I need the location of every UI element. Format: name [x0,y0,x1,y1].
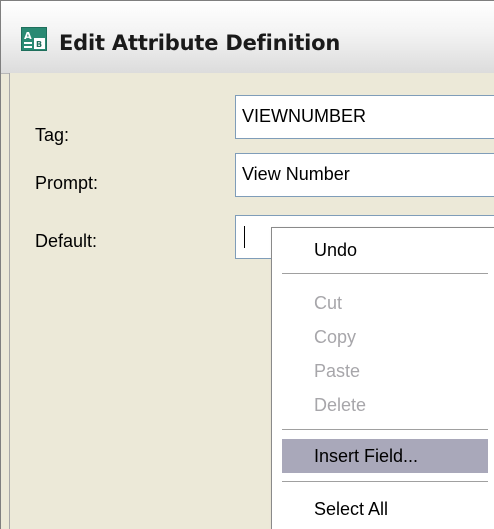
title-bar[interactable]: A B Edit Attribute Definition [1,1,494,74]
menu-item-select-all[interactable]: Select All [282,492,488,526]
default-label: Default: [35,231,98,251]
menu-item-paste[interactable]: Paste [282,354,488,388]
menu-item-delete[interactable]: Delete [282,388,488,422]
menu-separator [282,273,488,275]
edit-attribute-definition-dialog: A B Edit Attribute Definition Tag: VIEWN… [0,0,494,529]
menu-separator [282,481,488,483]
tag-field[interactable]: VIEWNUMBER [235,95,494,139]
menu-item-insert-field[interactable]: Insert Field... [282,439,488,473]
prompt-label: Prompt: [35,173,99,193]
text-caret [244,226,245,248]
menu-separator [282,429,488,431]
prompt-field[interactable]: View Number [235,153,494,197]
menu-item-undo[interactable]: Undo [282,233,488,267]
svg-text:A: A [24,31,32,42]
dialog-title: Edit Attribute Definition [59,31,341,55]
menu-item-copy[interactable]: Copy [282,320,488,354]
tag-label: Tag: [35,125,70,145]
svg-text:B: B [36,40,42,49]
attribute-definition-icon: A B [21,27,47,51]
context-menu: Undo Cut Copy Paste Delete Insert Field.… [271,227,494,529]
menu-item-cut[interactable]: Cut [282,286,488,320]
